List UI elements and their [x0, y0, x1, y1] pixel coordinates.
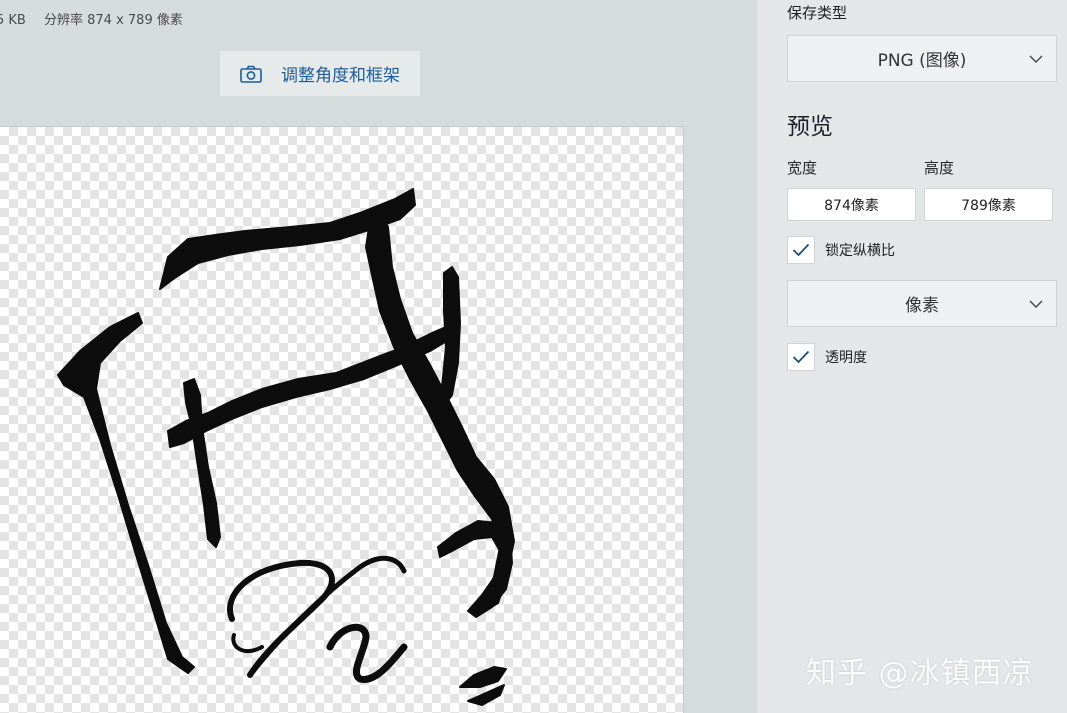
chevron-down-icon [1029, 55, 1043, 63]
chevron-down-icon [1029, 300, 1043, 308]
width-label: 宽度 [787, 159, 818, 177]
save-type-value: PNG (图像) [877, 51, 967, 71]
save-type-dropdown[interactable]: PNG (图像) [787, 35, 1057, 82]
save-type-label: 保存类型 [787, 4, 848, 22]
checkmark-icon [792, 243, 810, 257]
seal-image [57, 188, 515, 706]
file-resolution: 分辨率 874 x 789 像素 [44, 13, 183, 28]
width-input[interactable] [787, 188, 916, 221]
image-canvas[interactable] [0, 126, 684, 713]
file-info: 5 KB 分辨率 874 x 789 像素 [0, 9, 197, 28]
camera-icon [240, 65, 262, 83]
file-size: 5 KB [0, 13, 26, 28]
app-window: 5 KB 分辨率 874 x 789 像素 调整角度和框架 保存类型 PNG (… [0, 0, 1067, 713]
watermark: 知乎 @冰镇西凉 [806, 656, 1034, 691]
preview-title: 预览 [787, 114, 833, 140]
unit-dropdown[interactable]: 像素 [787, 280, 1057, 327]
checkbox-box[interactable] [787, 343, 815, 371]
checkmark-icon [792, 350, 810, 364]
save-options-panel: 保存类型 PNG (图像) 预览 宽度 高度 锁定纵横比 像素 [757, 0, 1067, 713]
height-input[interactable] [924, 188, 1053, 221]
lock-aspect-ratio-label: 锁定纵横比 [825, 243, 895, 259]
transparency-checkbox[interactable]: 透明度 [787, 343, 867, 371]
editor-area: 5 KB 分辨率 874 x 789 像素 调整角度和框架 [0, 0, 757, 713]
unit-value: 像素 [905, 296, 939, 316]
adjust-button-label: 调整角度和框架 [281, 66, 400, 86]
adjust-angle-frame-button[interactable]: 调整角度和框架 [220, 51, 420, 96]
height-label: 高度 [924, 159, 955, 177]
transparency-label: 透明度 [825, 350, 867, 366]
lock-aspect-ratio-checkbox[interactable]: 锁定纵横比 [787, 236, 895, 264]
checkbox-box[interactable] [787, 236, 815, 264]
